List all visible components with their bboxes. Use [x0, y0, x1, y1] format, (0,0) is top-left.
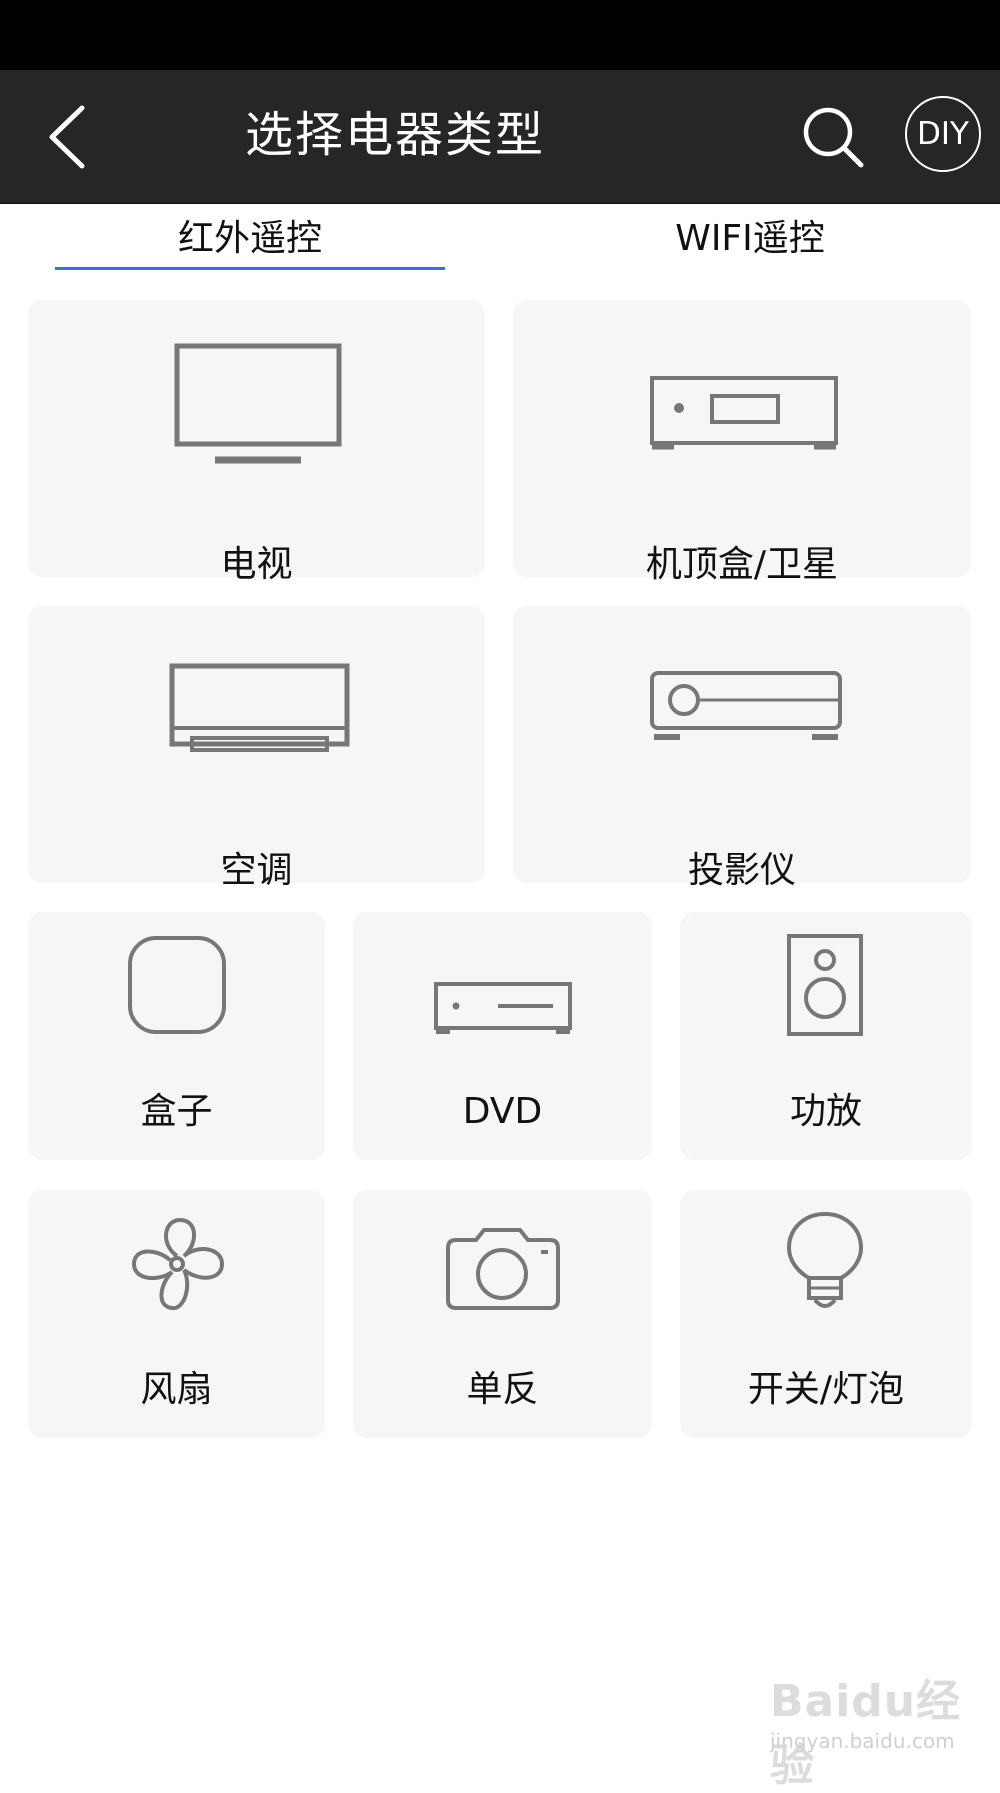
device-label: 盒子 [140, 1091, 213, 1132]
device-box[interactable]: 盒子 [28, 912, 325, 1160]
device-label: 空调 [220, 850, 293, 891]
watermark-url: jingyan.baidu.com [770, 1729, 955, 1753]
device-amplifier[interactable]: 功放 [680, 912, 972, 1160]
back-arrow-icon [49, 105, 85, 169]
device-label: 机顶盒/卫星 [645, 544, 839, 585]
tv-icon [174, 343, 341, 464]
device-label: DVD [462, 1091, 543, 1132]
active-tab-indicator [55, 267, 445, 270]
box-icon [127, 936, 226, 1034]
tab-infrared[interactable]: 红外遥控 [55, 204, 445, 274]
device-dvd[interactable]: DVD [353, 912, 652, 1160]
device-label: 电视 [220, 544, 293, 585]
back-button[interactable] [40, 96, 100, 178]
light-bulb-icon [786, 1211, 864, 1308]
search-button[interactable] [795, 100, 875, 176]
device-label: 开关/灯泡 [747, 1369, 905, 1410]
status-bar [0, 0, 1000, 70]
device-label: 投影仪 [687, 850, 796, 891]
device-set-top-box[interactable]: 机顶盒/卫星 [513, 300, 971, 585]
air-conditioner-icon [169, 663, 349, 752]
set-top-box-icon [650, 376, 838, 450]
device-label: 单反 [466, 1369, 539, 1410]
projector-icon [650, 671, 842, 740]
watermark: Baidu经验 jingyan.baidu.com [760, 1665, 975, 1791]
speaker-icon [787, 934, 863, 1036]
device-projector[interactable]: 投影仪 [513, 606, 971, 891]
camera-icon [445, 1228, 560, 1310]
device-switch-bulb[interactable]: 开关/灯泡 [680, 1190, 972, 1438]
device-dslr[interactable]: 单反 [353, 1190, 652, 1438]
diy-button[interactable]: DIY [905, 96, 981, 172]
search-icon [803, 107, 864, 168]
device-label: 功放 [789, 1091, 862, 1132]
device-air-conditioner[interactable]: 空调 [28, 606, 485, 891]
tab-bar: 红外遥控 WIFI遥控 [0, 204, 1000, 274]
page-title: 选择电器类型 [244, 107, 545, 163]
device-label: 风扇 [140, 1369, 213, 1410]
device-fan[interactable]: 风扇 [28, 1190, 325, 1438]
device-tv[interactable]: 电视 [28, 300, 485, 585]
fan-icon [131, 1217, 224, 1310]
tab-wifi[interactable]: WIFI遥控 [550, 204, 950, 274]
dvd-icon [433, 982, 572, 1034]
